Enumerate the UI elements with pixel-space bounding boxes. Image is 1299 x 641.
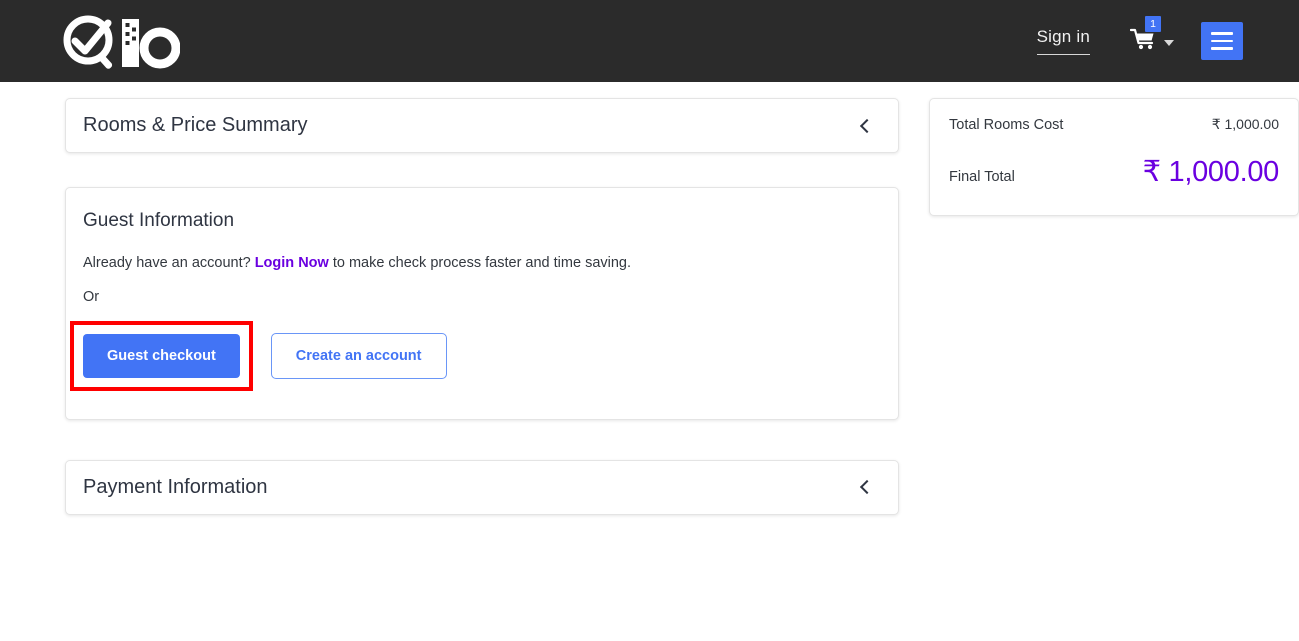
chevron-down-icon: [1164, 40, 1174, 46]
final-total-row: Final Total ₹ 1,000.00: [949, 154, 1279, 189]
header-actions: Sign in 1: [1036, 15, 1243, 60]
chevron-left-icon[interactable]: [859, 118, 875, 133]
final-total-label: Final Total: [949, 169, 1015, 185]
guest-prompt-suffix: to make check process faster and time sa…: [328, 255, 632, 271]
payment-information-panel[interactable]: Payment Information: [65, 459, 899, 515]
cart-button[interactable]: 1: [1129, 15, 1174, 56]
guest-information-card: Guest Information Already have an accoun…: [65, 187, 899, 420]
payment-information-title: Payment Information: [83, 475, 268, 498]
cart-count-badge: 1: [1145, 15, 1161, 32]
order-summary-column: Total Rooms Cost ₹ 1,000.00 Final Total …: [929, 98, 1299, 216]
create-account-button[interactable]: Create an account: [270, 332, 447, 379]
login-now-link[interactable]: Login Now: [255, 255, 329, 271]
qio-logo-icon: [63, 15, 180, 69]
total-rooms-cost-label: Total Rooms Cost: [949, 117, 1064, 133]
menu-toggle-button[interactable]: [1201, 22, 1243, 60]
or-separator-label: Or: [83, 288, 100, 305]
total-rooms-cost-row: Total Rooms Cost ₹ 1,000.00: [949, 116, 1279, 133]
sign-in-link[interactable]: Sign in: [1036, 27, 1090, 55]
page-body: Rooms & Price Summary Guest Information …: [0, 82, 1299, 515]
guest-information-title: Guest Information: [83, 210, 235, 231]
rooms-price-summary-title: Rooms & Price Summary: [83, 114, 308, 136]
brand-logo[interactable]: [58, 13, 180, 69]
total-rooms-cost-value: ₹ 1,000.00: [1211, 116, 1279, 132]
guest-checkout-button[interactable]: Guest checkout: [83, 333, 240, 378]
hamburger-line: [1211, 39, 1233, 43]
guest-checkout-highlight: Guest checkout: [70, 320, 253, 391]
chevron-left-icon[interactable]: [859, 480, 875, 495]
final-total-value: ₹ 1,000.00: [1142, 156, 1280, 188]
guest-login-prompt: Already have an account? Login Now to ma…: [83, 254, 881, 273]
guest-prompt-prefix: Already have an account?: [83, 255, 255, 271]
guest-action-buttons: Guest checkout Create an account: [70, 320, 881, 391]
cart-icon: 1: [1129, 15, 1161, 56]
site-header: Sign in 1: [0, 0, 1299, 82]
checkout-main-column: Rooms & Price Summary Guest Information …: [65, 98, 899, 515]
price-summary-card: Total Rooms Cost ₹ 1,000.00 Final Total …: [929, 98, 1299, 216]
hamburger-line: [1211, 47, 1233, 50]
hamburger-line: [1211, 32, 1233, 35]
rooms-price-summary-panel[interactable]: Rooms & Price Summary: [65, 98, 899, 153]
